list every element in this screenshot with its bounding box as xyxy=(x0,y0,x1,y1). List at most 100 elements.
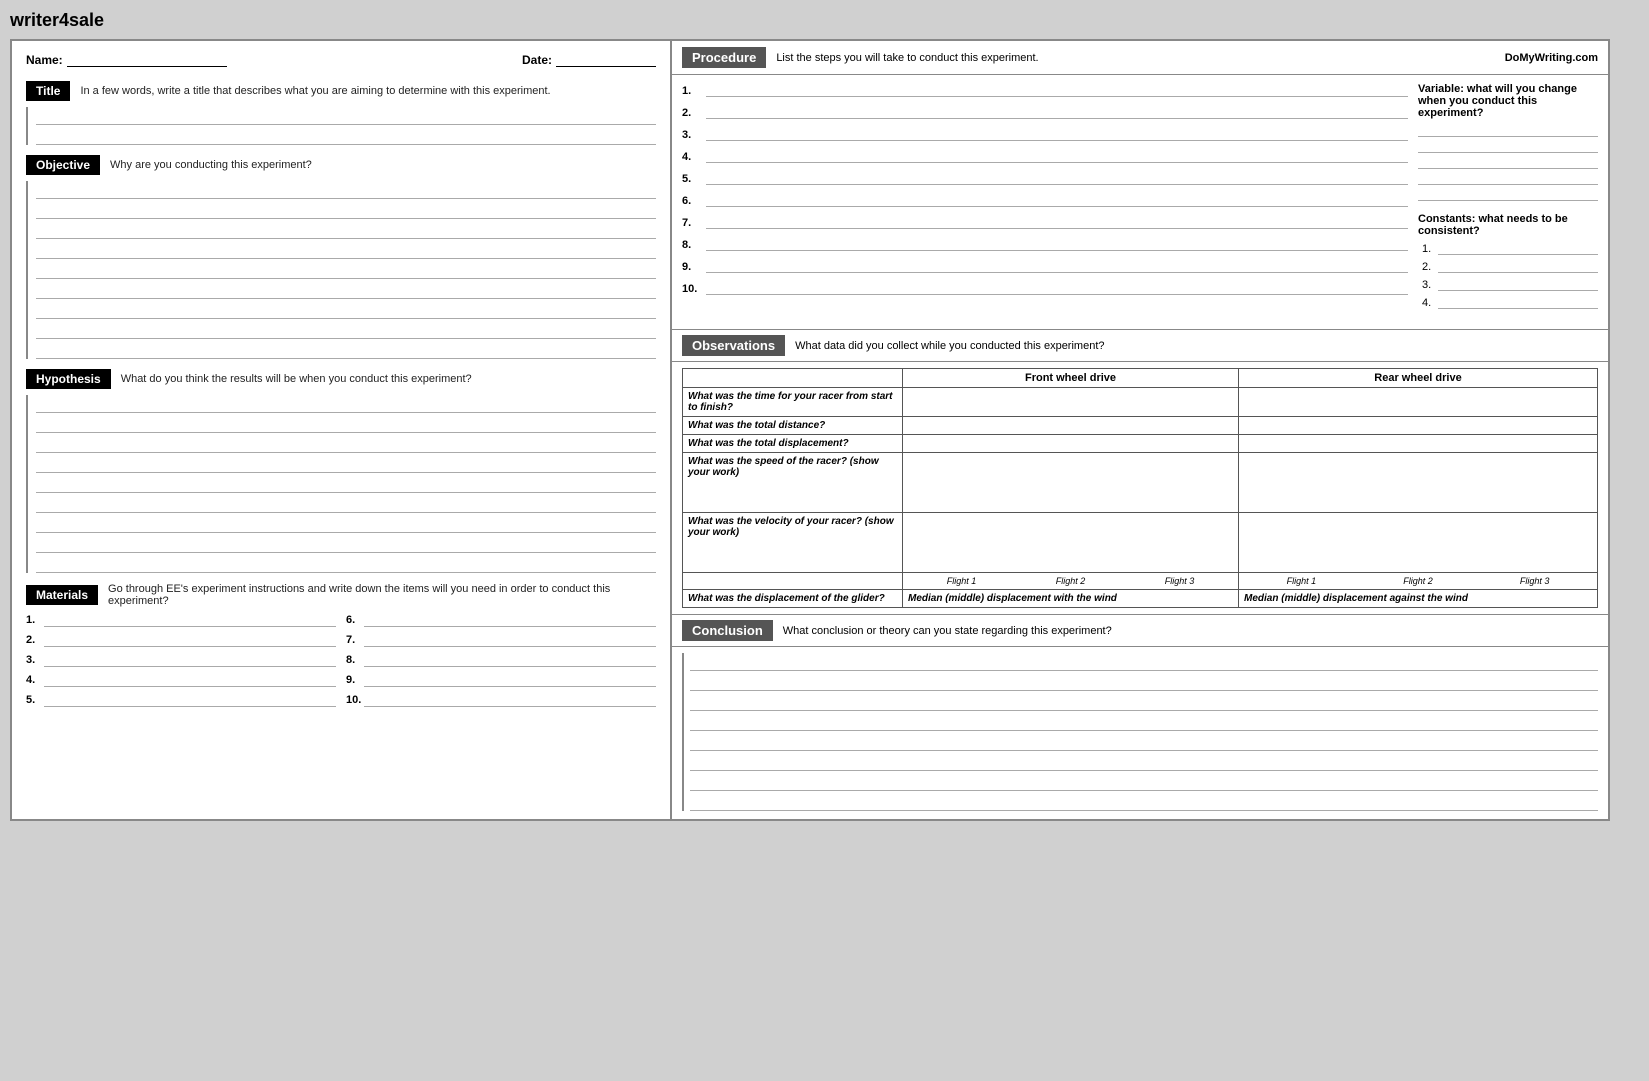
obs-row-displacement: What was the total displacement? xyxy=(683,435,1598,453)
obs-row-distance: What was the total distance? xyxy=(683,417,1598,435)
observations-header: Observations What data did you collect w… xyxy=(672,330,1608,362)
front-wheel-header: Front wheel drive xyxy=(903,369,1239,388)
obs-flight-empty xyxy=(683,573,903,590)
obs-glider-front: Median (middle) displacement with the wi… xyxy=(903,590,1239,608)
date-input[interactable] xyxy=(556,53,656,67)
obs-row-time: What was the time for your racer from st… xyxy=(683,388,1598,417)
title-desc: In a few words, write a title that descr… xyxy=(80,85,550,97)
obs-front-velocity[interactable] xyxy=(903,513,1239,573)
objective-badge: Objective xyxy=(26,155,100,175)
mat-item-10: 10. xyxy=(346,693,656,707)
mat-item-9: 9. xyxy=(346,673,656,687)
obs-front-distance[interactable] xyxy=(903,417,1239,435)
const-2: 2. xyxy=(1422,259,1598,273)
obs-rear-displacement[interactable] xyxy=(1239,435,1598,453)
procedure-desc: List the steps you will take to conduct … xyxy=(776,52,1504,64)
rear-wheel-header: Rear wheel drive xyxy=(1239,369,1598,388)
variable-title: Variable: what will you change when you … xyxy=(1418,83,1598,119)
flight-f1: Flight 1 xyxy=(947,576,977,586)
proc-step-9: 9. xyxy=(682,259,1408,273)
site-logo: writer4sale xyxy=(10,10,1639,31)
date-field: Date: xyxy=(522,53,656,67)
proc-step-1: 1. xyxy=(682,83,1408,97)
obs-glider-rear: Median (middle) displacement against the… xyxy=(1239,590,1598,608)
constants-section: Constants: what needs to be consistent? … xyxy=(1418,213,1598,309)
mat-item-1: 1. xyxy=(26,613,336,627)
const-3: 3. xyxy=(1422,277,1598,291)
conclusion-badge: Conclusion xyxy=(682,620,773,641)
objective-section-header: Objective Why are you conducting this ex… xyxy=(26,155,656,175)
objective-write-area xyxy=(26,181,656,359)
observations-badge: Observations xyxy=(682,335,785,356)
conclusion-header: Conclusion What conclusion or theory can… xyxy=(672,615,1608,647)
name-field: Name: xyxy=(26,53,227,67)
obs-flight-front-headers: Flight 1 Flight 2 Flight 3 xyxy=(903,573,1239,590)
mat-item-7: 7. xyxy=(346,633,656,647)
const-1: 1. xyxy=(1422,241,1598,255)
title-line-2[interactable] xyxy=(36,127,656,145)
constants-list: 1. 2. 3. 4. xyxy=(1418,241,1598,309)
proc-step-5: 5. xyxy=(682,171,1408,185)
materials-desc: Go through EE's experiment instructions … xyxy=(108,583,656,607)
right-panel: Procedure List the steps you will take t… xyxy=(672,41,1608,819)
conclusion-write-area xyxy=(682,653,1598,811)
obs-front-speed[interactable] xyxy=(903,453,1239,513)
obs-q-glider: What was the displacement of the glider? xyxy=(683,590,903,608)
proc-step-6: 6. xyxy=(682,193,1408,207)
mat-item-3: 3. xyxy=(26,653,336,667)
materials-section-header: Materials Go through EE's experiment ins… xyxy=(26,583,656,607)
obs-q-speed: What was the speed of the racer? (show y… xyxy=(683,453,903,513)
obs-rear-velocity[interactable] xyxy=(1239,513,1598,573)
procedure-badge: Procedure xyxy=(682,47,766,68)
obs-flight-rear-headers: Flight 1 Flight 2 Flight 3 xyxy=(1239,573,1598,590)
proc-step-4: 4. xyxy=(682,149,1408,163)
mat-item-8: 8. xyxy=(346,653,656,667)
mat-item-2: 2. xyxy=(26,633,336,647)
hypothesis-desc: What do you think the results will be wh… xyxy=(121,373,472,385)
obs-q-velocity: What was the velocity of your racer? (sh… xyxy=(683,513,903,573)
observations-table-wrapper: Front wheel drive Rear wheel drive What … xyxy=(672,362,1608,615)
obs-header-row: Front wheel drive Rear wheel drive xyxy=(683,369,1598,388)
mat-item-5: 5. xyxy=(26,693,336,707)
obs-front-displacement[interactable] xyxy=(903,435,1239,453)
procedure-body: 1. 2. 3. 4. 5. xyxy=(672,75,1608,330)
domywriting-label: DoMyWriting.com xyxy=(1505,52,1598,64)
obs-front-time[interactable] xyxy=(903,388,1239,417)
proc-step-3: 3. xyxy=(682,127,1408,141)
flight-r3: Flight 3 xyxy=(1520,576,1550,586)
proc-step-2: 2. xyxy=(682,105,1408,119)
obs-q-time: What was the time for your racer from st… xyxy=(683,388,903,417)
procedure-header: Procedure List the steps you will take t… xyxy=(672,41,1608,75)
obs-row-glider: What was the displacement of the glider?… xyxy=(683,590,1598,608)
constants-title: Constants: what needs to be consistent? xyxy=(1418,213,1598,237)
materials-col-left: 1. 2. 3. 4. 5. xyxy=(26,613,336,713)
observations-table: Front wheel drive Rear wheel drive What … xyxy=(682,368,1598,608)
conclusion-desc: What conclusion or theory can you state … xyxy=(783,625,1112,637)
hypothesis-section-header: Hypothesis What do you think the results… xyxy=(26,369,656,389)
title-write-area xyxy=(26,107,656,145)
materials-badge: Materials xyxy=(26,585,98,605)
hypothesis-badge: Hypothesis xyxy=(26,369,111,389)
obs-row-velocity: What was the velocity of your racer? (sh… xyxy=(683,513,1598,573)
title-badge: Title xyxy=(26,81,70,101)
procedure-sidebar: Variable: what will you change when you … xyxy=(1418,83,1598,321)
title-line-1[interactable] xyxy=(36,107,656,125)
obs-q-distance: What was the total distance? xyxy=(683,417,903,435)
procedure-steps: 1. 2. 3. 4. 5. xyxy=(682,83,1408,321)
obs-rear-distance[interactable] xyxy=(1239,417,1598,435)
name-date-row: Name: Date: xyxy=(26,53,656,67)
obs-rear-time[interactable] xyxy=(1239,388,1598,417)
proc-step-10: 10. xyxy=(682,281,1408,295)
title-section-header: Title In a few words, write a title that… xyxy=(26,81,656,101)
materials-col-right: 6. 7. 8. 9. 10. xyxy=(346,613,656,713)
materials-list: 1. 2. 3. 4. 5. xyxy=(26,613,656,713)
main-worksheet: Name: Date: Title In a few words, write … xyxy=(10,39,1610,821)
flight-r1: Flight 1 xyxy=(1287,576,1317,586)
proc-step-8: 8. xyxy=(682,237,1408,251)
objective-desc: Why are you conducting this experiment? xyxy=(110,159,312,171)
obs-rear-speed[interactable] xyxy=(1239,453,1598,513)
obs-empty-header xyxy=(683,369,903,388)
name-input[interactable] xyxy=(67,53,227,67)
proc-step-7: 7. xyxy=(682,215,1408,229)
const-4: 4. xyxy=(1422,295,1598,309)
